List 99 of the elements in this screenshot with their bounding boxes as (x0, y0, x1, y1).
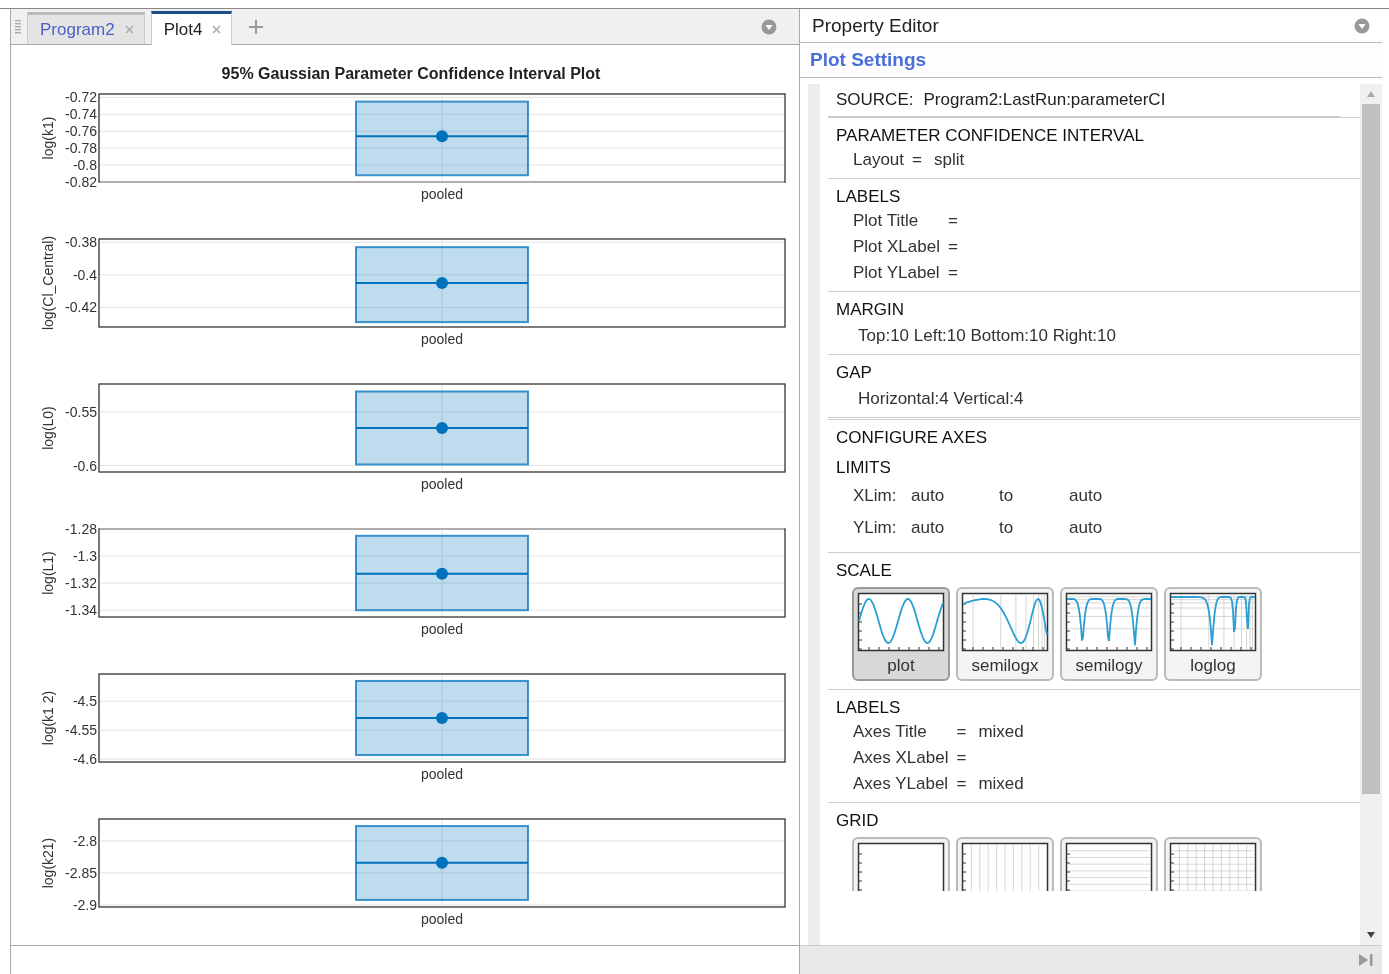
scale-option-button[interactable]: plot (852, 587, 950, 681)
limit-value[interactable]: auto (1069, 486, 1129, 506)
scroll-up-icon[interactable] (1366, 90, 1376, 98)
section-heading: GAP (836, 363, 873, 383)
section-heading: CONFIGURE AXES (836, 428, 989, 448)
section-heading: PARAMETER CONFIDENCE INTERVAL (836, 126, 1145, 146)
y-tick-label: -0.4 (72, 266, 97, 283)
subsection-heading: LIMITS (836, 458, 892, 478)
axes-preview-icon (855, 591, 947, 653)
equals-sign: = (947, 237, 958, 257)
grip-icon[interactable] (15, 18, 21, 35)
x-category-label: pooled (421, 621, 463, 637)
scale-option-button[interactable]: loglog (1164, 587, 1262, 681)
y-tick-label: -2.9 (72, 897, 97, 914)
y-tick-label: -0.76 (65, 123, 97, 140)
y-tick-label: -0.78 (65, 140, 97, 157)
y-tick-label: -4.55 (65, 722, 97, 739)
y-tick-label: -1.28 (65, 521, 97, 537)
y-tick-label: -0.55 (65, 403, 97, 420)
close-icon[interactable] (124, 25, 134, 34)
axes-preview-icon (1063, 591, 1155, 653)
field-label: Layout (853, 150, 905, 170)
close-icon[interactable] (212, 25, 222, 34)
panel-title: Property Editor (812, 14, 939, 37)
y-tick-label: -1.3 (72, 548, 97, 565)
scroll-thumb[interactable] (1362, 104, 1380, 794)
x-category-label: pooled (421, 331, 463, 347)
add-tab-icon[interactable] (248, 18, 265, 35)
y-tick-label: -1.32 (65, 575, 97, 592)
scale-option-button[interactable]: semilogx (956, 587, 1054, 681)
y-tick-label: -0.6 (72, 457, 97, 474)
field-label: Plot YLabel (853, 263, 940, 283)
section-heading: SCALE (836, 561, 893, 581)
y-axis-label: log(Cl_Central) (40, 235, 56, 331)
scrollbar[interactable] (1360, 84, 1382, 945)
equals-sign: = (956, 722, 967, 742)
y-tick-label: -0.42 (65, 299, 97, 316)
axes-preview-icon (1063, 841, 1155, 891)
y-axis-label: log(k1) (40, 116, 56, 160)
setting-value[interactable]: Horizontal:4 Vertical:4 (836, 387, 1360, 409)
source-label: SOURCE: (836, 90, 914, 110)
axes-preview-icon (959, 841, 1051, 891)
axes-preview-icon (855, 841, 947, 891)
y-tick-label: -0.8 (72, 157, 97, 174)
setting-value[interactable]: Top:10 Left:10 Bottom:10 Right:10 (836, 324, 1360, 346)
scale-option-button[interactable]: semilogy (1060, 587, 1158, 681)
dropdown-icon[interactable] (761, 19, 777, 35)
y-tick-label: -2.8 (72, 832, 97, 849)
section-heading: MARGIN (836, 300, 905, 320)
y-axis-label: log(k1 2) (40, 690, 56, 746)
limit-label: XLim: (853, 486, 898, 506)
limit-label: YLim: (853, 518, 898, 538)
equals-sign: = (947, 263, 958, 283)
section-heading: GRID (836, 811, 880, 831)
plot-title: 95% Gaussian Parameter Confidence Interval Plot (220, 65, 602, 84)
field-value[interactable]: mixed (974, 722, 1024, 742)
y-tick-label: -4.6 (72, 751, 97, 768)
limit-value[interactable]: auto (1069, 518, 1129, 538)
y-axis-label: log(L0) (40, 406, 56, 450)
field-value[interactable]: split (930, 150, 965, 170)
limit-value[interactable]: auto (911, 518, 999, 538)
y-tick-label: -0.74 (65, 106, 97, 123)
y-axis-label: log(k21) (40, 837, 56, 889)
section-heading: LABELS (836, 698, 902, 718)
field-label: Axes Title (853, 722, 928, 742)
y-tick-label: -1.34 (65, 602, 97, 619)
dropdown-icon[interactable] (1354, 17, 1370, 34)
field-value[interactable]: mixed (974, 774, 1024, 794)
source-value: Program2:LastRun:parameterCI (923, 90, 1166, 110)
document-tab[interactable]: Plot4 (150, 11, 233, 45)
axes-preview-icon (1167, 841, 1259, 891)
y-tick-label: -2.85 (65, 864, 97, 881)
field-label: Plot Title (853, 211, 920, 231)
y-tick-label: -0.72 (65, 89, 97, 106)
settings-title: Plot Settings (810, 49, 927, 71)
x-category-label: pooled (421, 911, 463, 927)
axes-preview-icon (959, 591, 1051, 653)
scroll-down-icon[interactable] (1366, 931, 1376, 939)
limit-separator: to (999, 486, 1015, 506)
section-heading: LABELS (836, 187, 902, 207)
axes-preview-icon (1167, 591, 1259, 653)
limit-value[interactable]: auto (911, 486, 999, 506)
equals-sign: = (947, 211, 958, 231)
limit-separator: to (999, 518, 1015, 538)
y-axis-label: log(L1) (40, 551, 56, 595)
equals-sign: = (912, 150, 922, 170)
y-tick-label: -0.38 (65, 234, 97, 251)
x-category-label: pooled (421, 186, 463, 202)
field-label: Axes XLabel (853, 748, 949, 768)
y-tick-label: -4.5 (72, 693, 97, 710)
y-tick-label: -0.82 (65, 174, 97, 190)
equals-sign: = (956, 774, 967, 794)
collapse-icon[interactable] (1358, 953, 1374, 967)
equals-sign: = (956, 748, 967, 768)
field-label: Plot XLabel (853, 237, 940, 257)
field-label: Axes YLabel (853, 774, 949, 794)
x-category-label: pooled (421, 476, 463, 492)
x-category-label: pooled (421, 766, 463, 782)
document-tab[interactable]: Program2 (27, 12, 145, 44)
